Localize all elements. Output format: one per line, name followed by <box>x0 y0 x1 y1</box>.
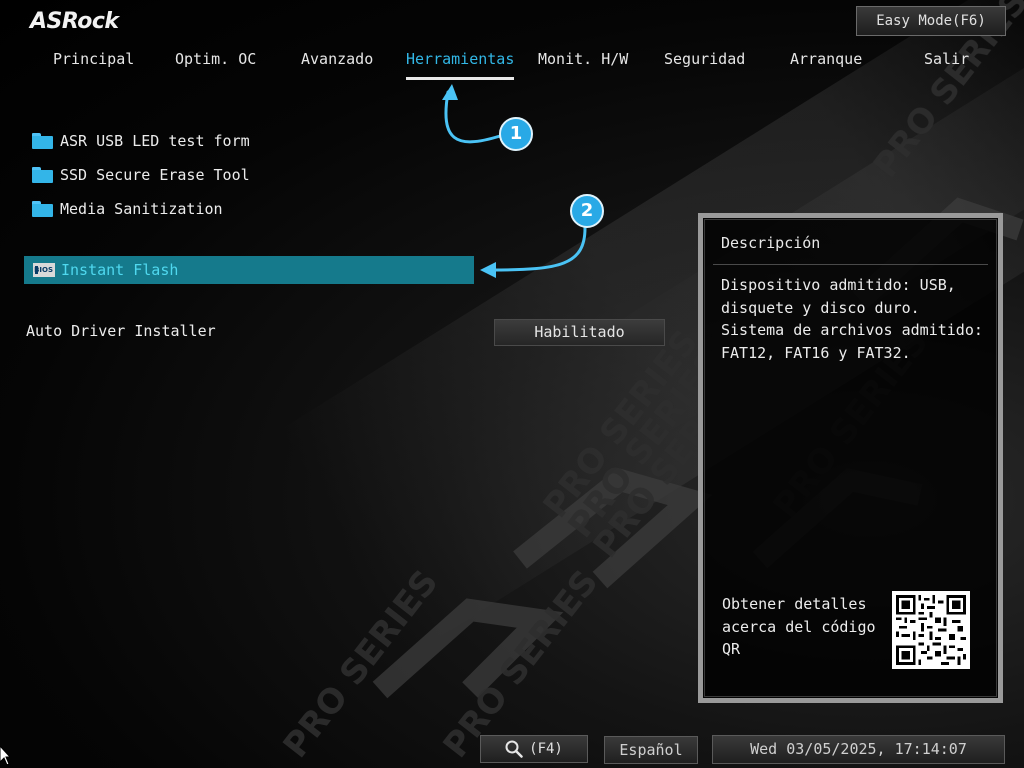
callout-2: 2 <box>570 194 604 228</box>
callout-1: 1 <box>499 117 533 151</box>
mouse-cursor-icon <box>0 746 10 766</box>
annotation-arrows <box>442 84 587 278</box>
